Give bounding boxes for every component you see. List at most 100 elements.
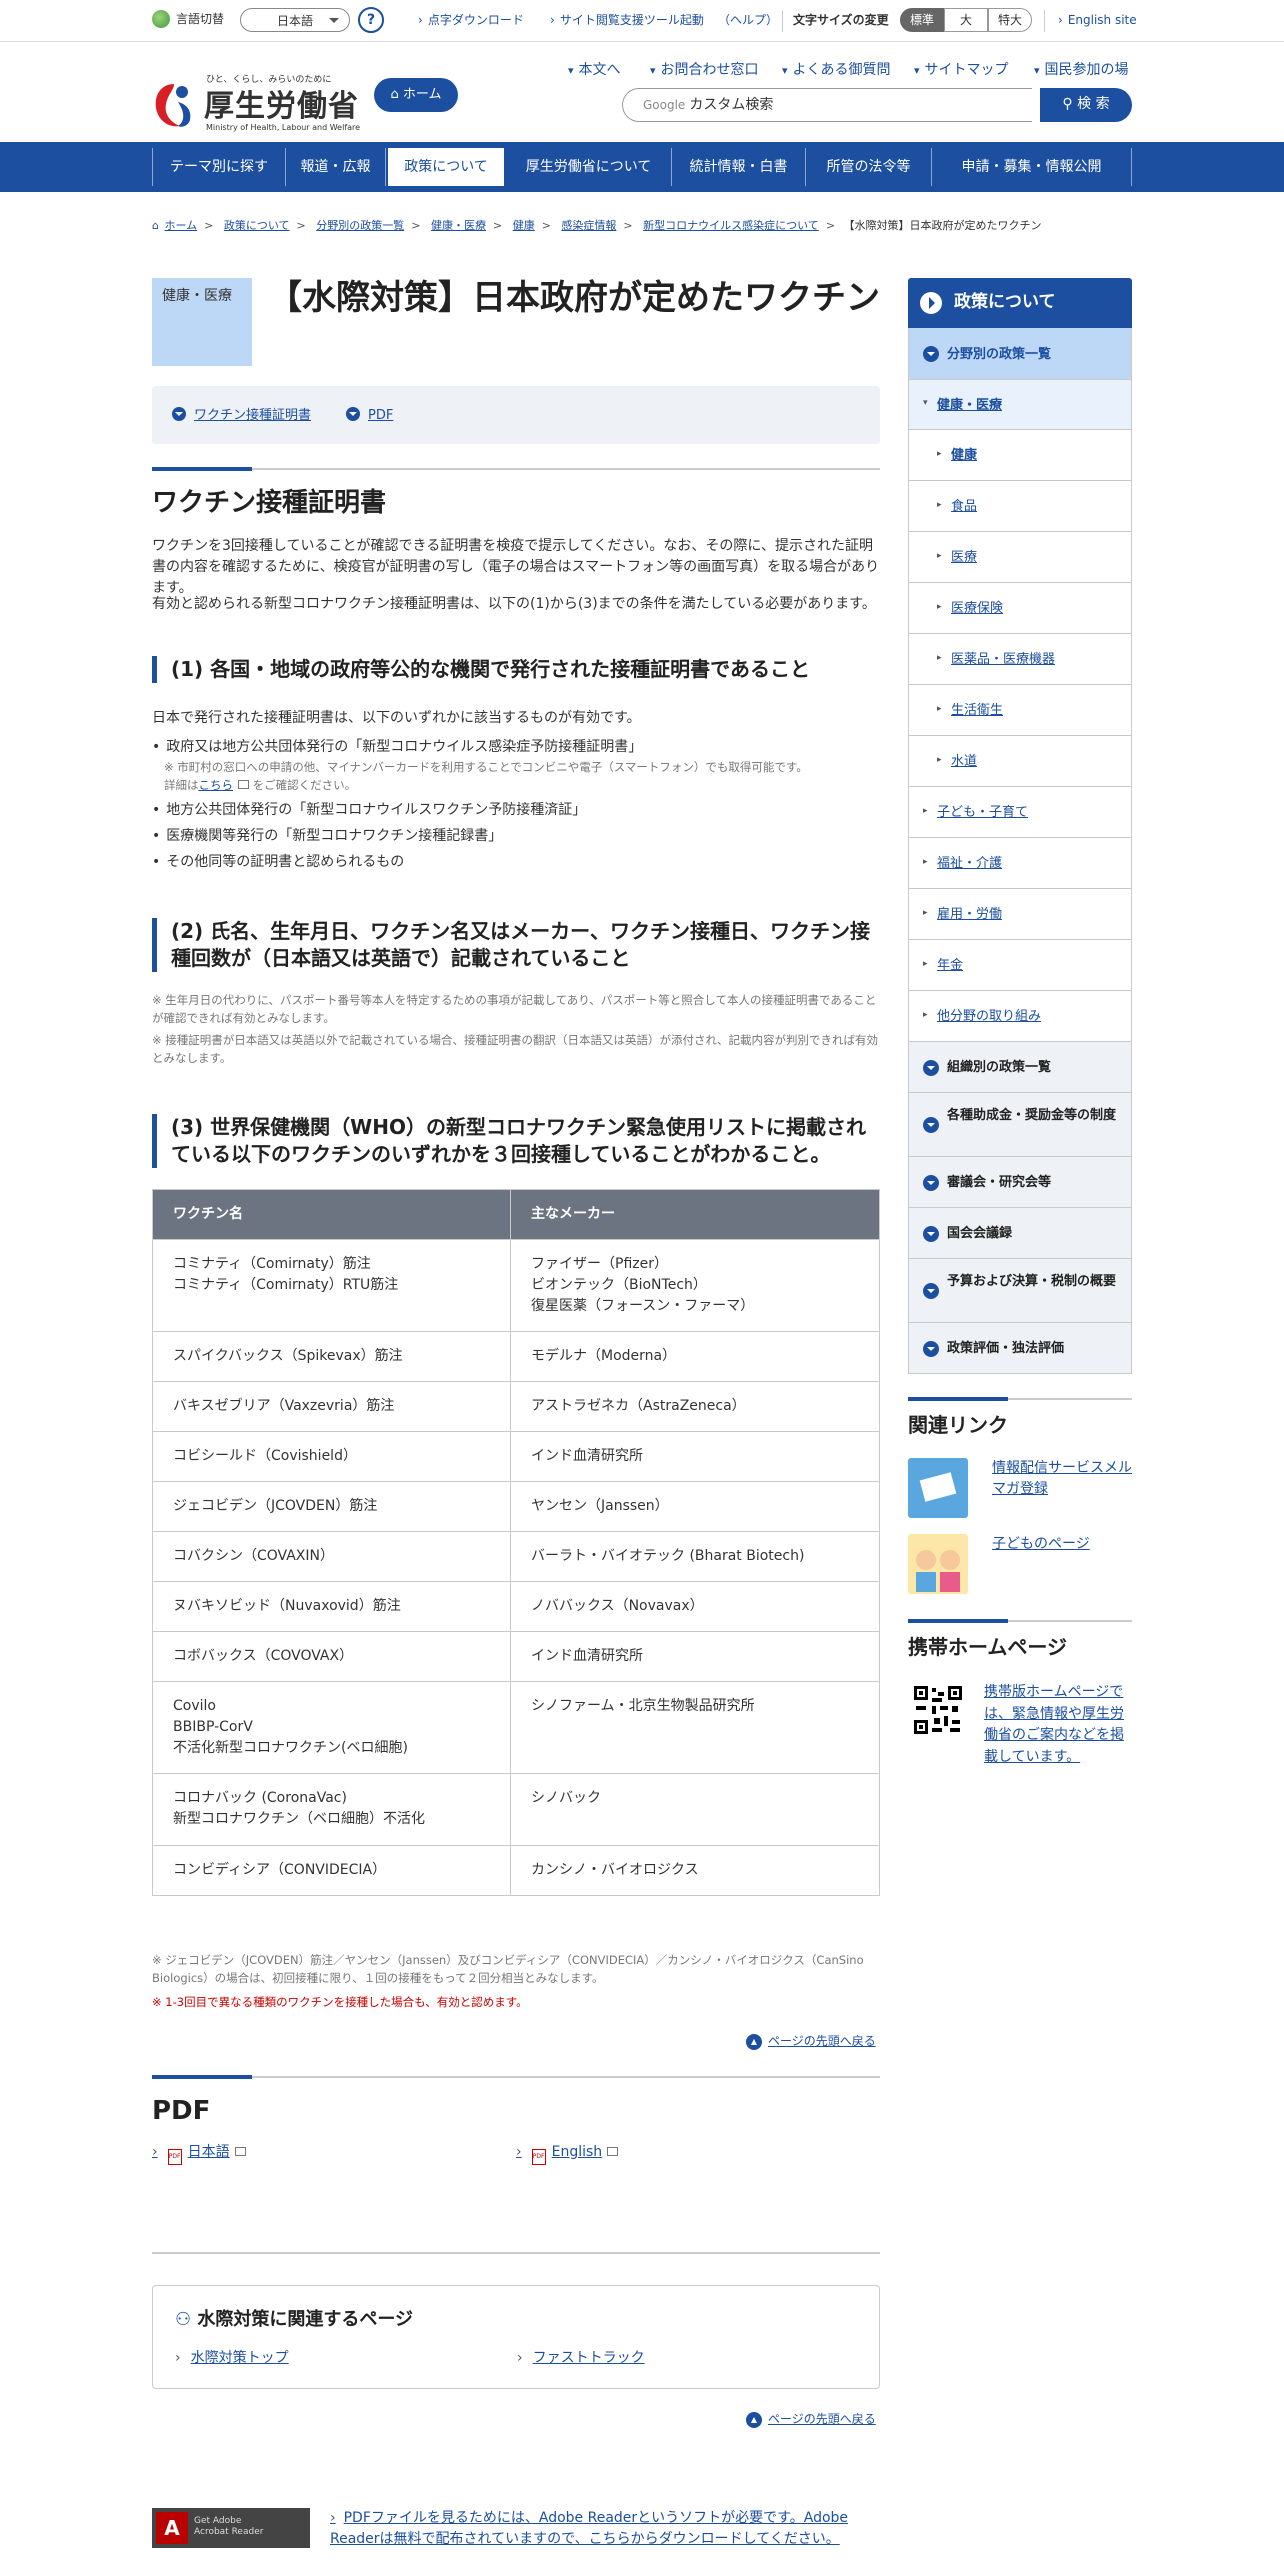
nav-theme[interactable]: テーマ別に探す [152, 148, 286, 186]
site-logo[interactable]: ひと、くらし、みらいのために 厚生労働省 Ministry of Health,… [152, 70, 372, 138]
breadcrumb-home[interactable]: ホーム [164, 219, 197, 232]
related-link-fast-track[interactable]: ファストトラック [517, 2348, 645, 2369]
help-link[interactable]: （ヘルプ） [718, 11, 778, 29]
maker-name: ビオンテック（BioNTech） [531, 1277, 707, 1293]
caret-right-icon: ▸ [923, 907, 928, 918]
utility-bar: 言語切替 日本語 ? 点字ダウンロード サイト閲覧支援ツール起動 （ヘルプ） 文… [0, 0, 1284, 42]
condition-3-heading: (3) 世界保健機関（WHO）の新型コロナワクチン緊急使用リストに掲載されている… [152, 1114, 880, 1168]
sidebar-item[interactable]: 分野別の政策一覧 [908, 328, 1132, 380]
search-input[interactable]: Google カスタム検索 [622, 88, 1032, 122]
sidebar-item[interactable]: 予算および決算・税制の概要 [908, 1259, 1132, 1323]
maker-name: シノバック [531, 1790, 601, 1806]
mobile-site-link[interactable]: 携帯版ホームページでは、緊急情報や厚生労働省のご案内などを掲載しています。 [970, 1682, 1130, 1769]
back-to-top-link[interactable]: ページの先頭へ戻る [746, 2410, 876, 2428]
nav-policy[interactable]: 政策について [386, 146, 506, 188]
search-placeholder: カスタム検索 [689, 97, 774, 113]
sidebar-item[interactable]: ▸ 食品 [908, 481, 1132, 532]
browsing-support-link[interactable]: サイト閲覧支援ツール起動 [550, 11, 704, 29]
sidebar-item[interactable]: 審議会・研究会等 [908, 1157, 1132, 1208]
nav-laws[interactable]: 所管の法令等 [806, 148, 932, 186]
vaccine-name-cell: コンビディシア（CONVIDECIA） [152, 1845, 511, 1896]
nav-applications[interactable]: 申請・募集・情報公開 [932, 148, 1132, 186]
caret-right-icon: ▸ [923, 1009, 928, 1020]
caret-right-icon: ▸ [937, 499, 942, 510]
condition-2-heading: (2) 氏名、生年月日、ワクチン名又はメーカー、ワクチン接種日、ワクチン接種回数… [152, 918, 880, 972]
pdf-english-link[interactable]: PDFEnglish [516, 2142, 619, 2165]
breadcrumb-field-policies[interactable]: 分野別の政策一覧 [316, 219, 404, 232]
braille-download-link[interactable]: 点字ダウンロード [418, 11, 524, 29]
sidebar-item[interactable]: 各種助成金・奨励金等の制度 [908, 1093, 1132, 1157]
sidebar-title[interactable]: 政策について [908, 278, 1132, 328]
faq-link[interactable]: よくある御質問 [782, 60, 891, 81]
adobe-download-link[interactable]: PDFファイルを見るためには、Adobe Readerというソフトが必要です。A… [330, 2510, 848, 2547]
maker-cell: ヤンセン（Janssen） [510, 1481, 880, 1532]
sidebar-item[interactable]: ▸ 医薬品・医療機器 [908, 634, 1132, 685]
sidebar-item[interactable]: ▸ 雇用・労働 [908, 889, 1132, 940]
search-button[interactable]: ⚲ 検 索 [1040, 88, 1132, 122]
sidebar-item[interactable]: 国会会議録 [908, 1208, 1132, 1259]
maker-name: バーラト・バイオテック (Bharat Biotech) [531, 1548, 805, 1564]
skip-to-content-link[interactable]: 本文へ [568, 60, 621, 81]
home-button[interactable]: ⌂ ホーム [374, 78, 458, 112]
list-item: 医療機関等発行の「新型コロナワクチン接種記録書」 [152, 826, 502, 847]
vaccine-name: コロナバック (CoronaVac) [173, 1790, 347, 1806]
breadcrumb-covid[interactable]: 新型コロナウイルス感染症について [643, 219, 819, 232]
vaccine-name: ジェコビデン（JCOVDEN）筋注 [173, 1498, 378, 1514]
vaccine-name: BBIBP-CorV [173, 1719, 253, 1735]
sitemap-link[interactable]: サイトマップ [914, 60, 1009, 81]
table-note-2: ※ 1-3回目で異なる種類のワクチンを接種した場合も、有効と認めます。 [152, 1995, 528, 2009]
breadcrumb-health[interactable]: 健康 [513, 219, 535, 232]
nav-press[interactable]: 報道・広報 [286, 148, 386, 186]
help-icon[interactable]: ? [358, 7, 384, 33]
related-link-mail-magazine[interactable]: 情報配信サービスメルマガ登録 [992, 1458, 1132, 1500]
vaccine-name: 不活化新型コロナワクチン(ベロ細胞) [173, 1740, 408, 1756]
vaccine-name: バキスゼブリア（Vaxzevria）筋注 [173, 1398, 395, 1414]
adobe-reader-badge[interactable]: A Get Adobe Acrobat Reader [152, 2508, 310, 2548]
sidebar-item[interactable]: ▸ 水道 [908, 736, 1132, 787]
sidebar-item[interactable]: 政策評価・独法評価 [908, 1323, 1132, 1374]
table-row: コバクシン（COVAXIN） バーラト・バイオテック (Bharat Biotec… [152, 1531, 880, 1582]
related-pages-box: ⚇ 水際対策に関連するページ 水際対策トップ ファストトラック [152, 2285, 880, 2389]
sidebar-item[interactable]: ▾ 健康・医療 [908, 380, 1132, 430]
table-header-vaccine: ワクチン名 [152, 1189, 511, 1240]
caret-right-icon: ▸ [937, 754, 942, 765]
sidebar-item[interactable]: ▸ 健康 [908, 430, 1132, 481]
sidebar-item[interactable]: ▸ 医療保険 [908, 583, 1132, 634]
related-link-border-top[interactable]: 水際対策トップ [175, 2348, 289, 2369]
sidebar-item[interactable]: ▸ 子ども・子育て [908, 787, 1132, 838]
sidebar-item[interactable]: 組織別の政策一覧 [908, 1042, 1132, 1093]
english-site-link[interactable]: English site [1058, 11, 1137, 29]
font-size-standard-button[interactable]: 標準 [900, 8, 944, 32]
sidebar-item[interactable]: ▸ 他分野の取り組み [908, 991, 1132, 1042]
breadcrumb-health-medical[interactable]: 健康・医療 [431, 219, 486, 232]
back-to-top-link[interactable]: ページの先頭へ戻る [746, 2032, 876, 2050]
details-link[interactable]: こちら [199, 778, 234, 792]
related-link-kids-page[interactable]: 子どものページ [992, 1534, 1090, 1555]
sidebar-item[interactable]: ▸ 福祉・介護 [908, 838, 1132, 889]
public-participation-link[interactable]: 国民参加の場 [1034, 60, 1129, 81]
breadcrumb-policy[interactable]: 政策について [224, 219, 290, 232]
sidebar-item[interactable]: ▸ 生活衛生 [908, 685, 1132, 736]
vaccine-name-cell: コビシールド（Covishield） [152, 1431, 511, 1482]
pdf-japanese-link[interactable]: PDF日本語 [152, 2142, 246, 2165]
vaccine-name: スパイクバックス（Spikevax）筋注 [173, 1348, 403, 1364]
toc-pdf[interactable]: PDF [346, 406, 393, 426]
search-brand: Google [643, 98, 686, 112]
kids-page-icon [908, 1534, 968, 1594]
page-title: 【水際対策】日本政府が定めたワクチン [268, 278, 880, 318]
nav-about[interactable]: 厚生労働省について [506, 148, 672, 186]
table-row: バキスゼブリア（Vaxzevria）筋注 アストラゼネカ（AstraZeneca） [152, 1381, 880, 1432]
language-select[interactable]: 日本語 [240, 8, 350, 32]
globe-icon [152, 10, 170, 28]
sidebar-item[interactable]: ▸ 医療 [908, 532, 1132, 583]
nav-statistics[interactable]: 統計情報・白書 [672, 148, 806, 186]
font-size-xlarge-button[interactable]: 特大 [988, 8, 1032, 32]
font-size-large-button[interactable]: 大 [944, 8, 988, 32]
toc-vaccine-certificate[interactable]: ワクチン接種証明書 [172, 406, 311, 426]
breadcrumb-infectious[interactable]: 感染症情報 [561, 219, 616, 232]
chevron-down-icon [923, 1225, 939, 1242]
vaccine-name-cell: コミナティ（Comirnaty）筋注 コミナティ（Comirnaty）RTU筋注 [152, 1239, 511, 1332]
maker-name: モデルナ（Moderna） [531, 1348, 677, 1364]
sidebar-item[interactable]: ▸ 年金 [908, 940, 1132, 991]
contact-link[interactable]: お問合わせ窓口 [650, 60, 759, 81]
